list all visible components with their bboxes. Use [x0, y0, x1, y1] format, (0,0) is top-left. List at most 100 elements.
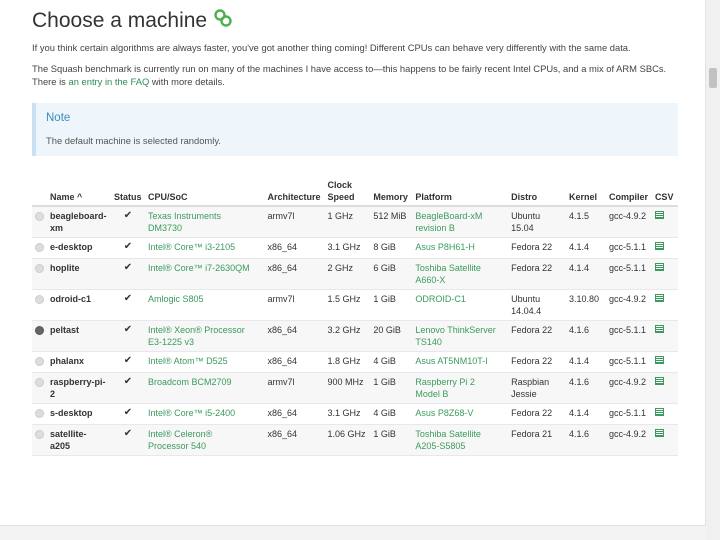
col-name-header[interactable]: Name ^: [47, 173, 111, 207]
platform-cell[interactable]: Raspberry Pi 2 Model B: [412, 372, 509, 404]
platform-cell[interactable]: Asus P8H61-H: [412, 237, 509, 259]
table-row[interactable]: satellite-a205 ✔ Intel® Celeron® Processor …: [32, 424, 678, 456]
select-radio[interactable]: [35, 430, 44, 439]
select-radio[interactable]: [35, 326, 44, 335]
distro-cell: Raspbian Jessie: [508, 372, 566, 404]
kernel-cell: 4.1.6: [565, 372, 606, 404]
vertical-scrollbar[interactable]: [705, 0, 720, 540]
csv-download-icon[interactable]: [654, 211, 664, 219]
csv-cell[interactable]: [651, 289, 678, 321]
kernel-text: 3.10.80: [568, 294, 600, 304]
select-cell[interactable]: [32, 289, 47, 321]
platform-cell[interactable]: Asus AT5NM10T-I: [412, 351, 509, 373]
arch-text: armv7l: [267, 377, 295, 387]
col-kernel-header[interactable]: Kernel: [565, 173, 606, 207]
table-row[interactable]: beagleboard-xm ✔ Texas Instruments DM3730 ar…: [32, 206, 678, 238]
col-arch-header[interactable]: Architecture: [264, 173, 325, 207]
cpu-cell[interactable]: Intel® Xeon® Processor E3-1225 v3: [144, 320, 265, 352]
col-cpu-header[interactable]: CPU/SoC: [144, 173, 265, 207]
clock-text: 1.5 GHz: [327, 294, 361, 304]
platform-cell[interactable]: Toshiba Satellite A205-S5805: [412, 424, 509, 456]
compiler-cell: gcc-5.1.1: [605, 320, 652, 352]
link-icon[interactable]: [213, 8, 233, 34]
select-cell[interactable]: [32, 372, 47, 404]
platform-cell[interactable]: BeagleBoard-xM revision B: [412, 206, 509, 238]
col-compiler-header[interactable]: Compiler: [605, 173, 652, 207]
csv-download-icon[interactable]: [654, 263, 664, 271]
csv-download-icon[interactable]: [654, 429, 664, 437]
cpu-cell[interactable]: Intel® Core™ i5-2400: [144, 403, 265, 425]
cell-text: Fedora 22: [511, 242, 553, 252]
check-icon: ✔: [123, 428, 133, 439]
table-row[interactable]: odroid-c1 ✔ Amlogic S805 armv7l 1.5 GHz 1 GiB…: [32, 289, 678, 321]
table-row[interactable]: s-desktop ✔ Intel® Core™ i5-2400 x86_64 3.1 …: [32, 403, 678, 425]
csv-cell[interactable]: [651, 351, 678, 373]
cpu-cell[interactable]: Broadcom BCM2709: [144, 372, 265, 404]
col-distro-header[interactable]: Distro: [508, 173, 566, 207]
cpu-cell[interactable]: Intel® Celeron® Processor 540: [144, 424, 265, 456]
horizontal-scrollbar[interactable]: [0, 525, 706, 540]
cell-text: Fedora 21: [511, 429, 553, 439]
memory-cell: 512 MiB: [370, 206, 413, 238]
select-radio[interactable]: [35, 264, 44, 273]
cpu-cell[interactable]: Intel® Core™ i7-2630QM: [144, 258, 265, 290]
arch-text: x86_64: [267, 429, 298, 439]
platform-cell[interactable]: ODROID-C1: [412, 289, 509, 321]
csv-download-icon[interactable]: [654, 325, 664, 333]
csv-cell[interactable]: [651, 372, 678, 404]
csv-download-icon[interactable]: [654, 356, 664, 364]
platform-cell[interactable]: Asus P8Z68-V: [412, 403, 509, 425]
csv-download-icon[interactable]: [654, 242, 664, 250]
col-status-header[interactable]: Status: [110, 173, 145, 207]
cpu-cell[interactable]: Intel® Atom™ D525: [144, 351, 265, 373]
csv-cell[interactable]: [651, 206, 678, 238]
col-clock-header[interactable]: Clock Speed: [324, 173, 371, 207]
csv-cell[interactable]: [651, 403, 678, 425]
kernel-text: 4.1.6: [568, 377, 590, 387]
select-cell[interactable]: [32, 403, 47, 425]
col-memory-header[interactable]: Memory: [370, 173, 413, 207]
cpu-cell[interactable]: Texas Instruments DM3730: [144, 206, 265, 238]
table-row[interactable]: e-desktop ✔ Intel® Core™ i3-2105 x86_64 3.1 …: [32, 237, 678, 259]
machine-table: Name ^ Status CPU/SoC Architecture Clock…: [32, 173, 678, 456]
table-row[interactable]: hoplite ✔ Intel® Core™ i7-2630QM x86_64 2 GH…: [32, 258, 678, 290]
select-radio[interactable]: [35, 243, 44, 252]
select-radio[interactable]: [35, 409, 44, 418]
select-cell[interactable]: [32, 424, 47, 456]
select-cell[interactable]: [32, 320, 47, 352]
csv-download-icon[interactable]: [654, 294, 664, 302]
cpu-cell[interactable]: Amlogic S805: [144, 289, 265, 321]
csv-cell[interactable]: [651, 424, 678, 456]
select-cell[interactable]: [32, 258, 47, 290]
platform-cell[interactable]: Toshiba Satellite A660-X: [412, 258, 509, 290]
select-radio[interactable]: [35, 212, 44, 221]
select-radio[interactable]: [35, 357, 44, 366]
col-platform-header[interactable]: Platform: [412, 173, 509, 207]
platform-cell[interactable]: Lenovo ThinkServer TS140: [412, 320, 509, 352]
table-header-row: Name ^ Status CPU/SoC Architecture Clock…: [32, 173, 678, 207]
check-icon: ✔: [123, 355, 133, 366]
kernel-text: 4.1.4: [568, 356, 590, 366]
csv-cell[interactable]: [651, 320, 678, 352]
select-cell[interactable]: [32, 237, 47, 259]
cell-text: Amlogic S805: [147, 294, 204, 304]
faq-link[interactable]: an entry in the FAQ: [68, 76, 149, 87]
scrollbar-thumb[interactable]: [709, 68, 717, 88]
select-cell[interactable]: [32, 351, 47, 373]
csv-cell[interactable]: [651, 237, 678, 259]
status-cell: ✔: [110, 320, 145, 352]
csv-download-icon[interactable]: [654, 408, 664, 416]
col-csv-header[interactable]: CSV: [651, 173, 678, 207]
select-radio[interactable]: [35, 378, 44, 387]
csv-cell[interactable]: [651, 258, 678, 290]
table-row[interactable]: peltast ✔ Intel® Xeon® Processor E3-1225 v3…: [32, 320, 678, 352]
select-cell[interactable]: [32, 206, 47, 238]
cpu-cell[interactable]: Intel® Core™ i3-2105: [144, 237, 265, 259]
memory-cell: 1 GiB: [370, 424, 413, 456]
csv-download-icon[interactable]: [654, 377, 664, 385]
select-radio[interactable]: [35, 295, 44, 304]
table-row[interactable]: phalanx ✔ Intel® Atom™ D525 x86_64 1.8 GHz 4 …: [32, 351, 678, 373]
compiler-text: gcc-4.9.2: [608, 429, 646, 439]
compiler-text: gcc-5.1.1: [608, 325, 646, 335]
table-row[interactable]: raspberry-pi- 2 ✔ Broadcom BCM2709 armv7l 900…: [32, 372, 678, 404]
